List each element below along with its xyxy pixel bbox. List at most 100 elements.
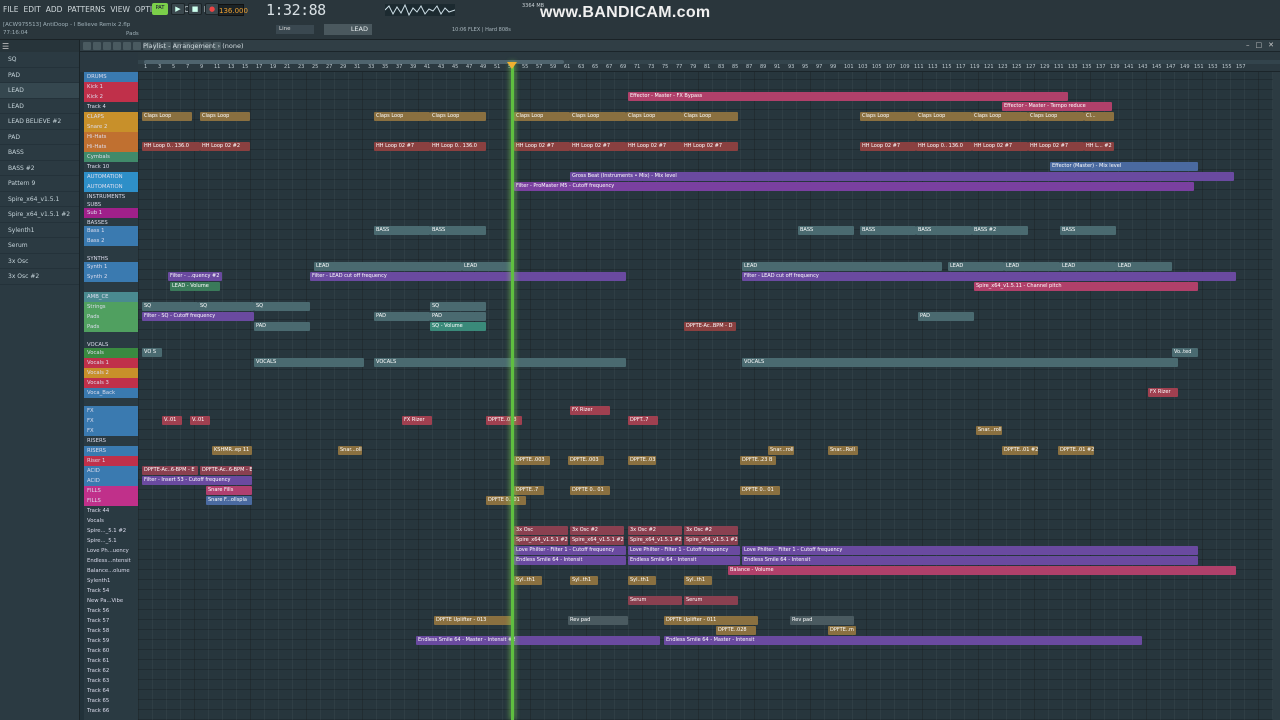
- playlist-clip[interactable]: Syl..th1: [628, 576, 656, 585]
- track-header[interactable]: Track 4: [84, 102, 138, 112]
- track-header[interactable]: Vocals: [84, 348, 138, 358]
- track-header[interactable]: Track 44: [84, 506, 138, 516]
- playlist-clip[interactable]: Love Philter - Filter 1 - Cutoff frequen…: [742, 546, 1198, 555]
- browser-item[interactable]: PAD: [0, 130, 79, 145]
- playlist-clip[interactable]: Claps Loop: [972, 112, 1028, 121]
- playlist-clip[interactable]: PAD: [374, 312, 430, 321]
- browser-item[interactable]: BASS: [0, 145, 79, 161]
- playlist-clip[interactable]: Claps Loop: [142, 112, 192, 121]
- snap-selector[interactable]: Line: [276, 25, 314, 34]
- playlist-clip[interactable]: Filter - LEAD cut off frequency: [310, 272, 626, 281]
- playlist-clip[interactable]: Claps Loop: [430, 112, 486, 121]
- track-header[interactable]: CLAPS: [84, 112, 138, 122]
- track-header[interactable]: FILLS: [84, 486, 138, 496]
- browser-item[interactable]: BASS #2: [0, 161, 79, 176]
- playlist-clip[interactable]: FX Rizer: [570, 406, 610, 415]
- playlist-clip[interactable]: DPFTE..m: [828, 626, 856, 635]
- track-header[interactable]: Spire..._5.1 #2: [84, 526, 138, 536]
- track-header[interactable]: Vocals 2: [84, 368, 138, 378]
- playlist-clip[interactable]: DPFTE Uplifter - 013: [434, 616, 514, 625]
- track-header[interactable]: RISERS: [84, 436, 138, 446]
- tool-icon[interactable]: [103, 42, 111, 50]
- playlist-clip[interactable]: Spire_x64_v1.5.1 #2: [514, 536, 568, 545]
- track-header[interactable]: Love Ph...uency: [84, 546, 138, 556]
- playlist-clip[interactable]: HH Loop 02 #7: [626, 142, 682, 151]
- playlist-clip[interactable]: Spire_x64_v1.5.1 #2: [684, 536, 738, 545]
- playlist-clip[interactable]: Endless Smile 64 - Master - Intensit #2: [416, 636, 660, 645]
- browser-item[interactable]: Serum: [0, 238, 79, 254]
- track-header[interactable]: Track 59: [84, 636, 138, 646]
- playlist-clip[interactable]: 3x Osc #2: [570, 526, 624, 535]
- playlist-clip[interactable]: Claps Loop: [374, 112, 430, 121]
- browser-item[interactable]: LEAD: [0, 83, 79, 99]
- track-header[interactable]: AMB_CE: [84, 292, 138, 302]
- horizontal-scrollbar[interactable]: [138, 60, 1280, 64]
- playlist-clip[interactable]: DPFTE-Ac..6-BPM - E: [200, 466, 252, 475]
- playlist-clip[interactable]: Endless Smile 64 - Intensit: [514, 556, 626, 565]
- track-header[interactable]: AUTOMATION: [84, 172, 138, 182]
- playlist-clip[interactable]: PAD: [254, 322, 310, 331]
- playlist-clip[interactable]: HH Loop 02 #7: [570, 142, 626, 151]
- playlist-clip[interactable]: VOCALS: [742, 358, 1178, 367]
- playlist-clip[interactable]: Spire_x64_v1.5.11 - Channel pitch: [974, 282, 1198, 291]
- playlist-clip[interactable]: DPFTE..01 #2: [1058, 446, 1094, 455]
- playlist-clip[interactable]: DPFTE..7: [514, 486, 544, 495]
- playlist-clip[interactable]: Serum: [628, 596, 682, 605]
- playlist-clip[interactable]: 3x Osc: [514, 526, 568, 535]
- browser-item[interactable]: Spire_x64_v1.5.1 #2: [0, 207, 79, 223]
- track-header[interactable]: Vocals 1: [84, 358, 138, 368]
- stop-icon[interactable]: ■: [188, 3, 202, 15]
- playlist-clip[interactable]: DPFTE 0.. 01: [486, 496, 526, 505]
- playlist-clip[interactable]: Cl...: [1084, 112, 1114, 121]
- playlist-clip[interactable]: Claps Loop: [1028, 112, 1084, 121]
- playlist-clip[interactable]: Filter - ...quency #2: [168, 272, 222, 281]
- playlist-clip[interactable]: HH Loop 02 #7: [972, 142, 1028, 151]
- playlist-clip[interactable]: DPFT..7: [628, 416, 658, 425]
- playlist-clip[interactable]: DPFTE 0.. 01: [570, 486, 610, 495]
- pattern-song-toggle[interactable]: PAT: [152, 3, 168, 15]
- browser-item[interactable]: 3x Osc: [0, 254, 79, 269]
- playlist-clip[interactable]: Rev pad: [568, 616, 628, 625]
- play-icon[interactable]: ▶: [171, 3, 185, 15]
- playlist-clip[interactable]: DPFTE..23 B: [740, 456, 776, 465]
- menu-item[interactable]: FILE: [3, 5, 18, 14]
- track-header[interactable]: ACID: [84, 476, 138, 486]
- maximize-icon[interactable]: □: [1256, 41, 1263, 49]
- track-header[interactable]: Track 10: [84, 162, 138, 172]
- track-header[interactable]: Vocals 3: [84, 378, 138, 388]
- tool-icon[interactable]: [113, 42, 121, 50]
- playlist-clip[interactable]: HH Loop 0.. 136.0: [916, 142, 972, 151]
- track-header[interactable]: Kick 1: [84, 82, 138, 92]
- playlist-clip[interactable]: Claps Loop: [682, 112, 738, 121]
- track-header[interactable]: Pads: [84, 312, 138, 322]
- arrangement-grid[interactable]: Effector - Master - FX Bypass Effector - …: [138, 72, 1280, 720]
- playlist-clip[interactable]: SQ: [198, 302, 254, 311]
- playlist-clip[interactable]: SQ: [142, 302, 198, 311]
- playlist-clip[interactable]: Effector - Master - FX Bypass: [628, 92, 1068, 101]
- track-header[interactable]: Voca_Back: [84, 388, 138, 398]
- playlist-clip[interactable]: Claps Loop: [514, 112, 570, 121]
- track-header[interactable]: Bass 1: [84, 226, 138, 236]
- playlist-clip[interactable]: Syl..th1: [514, 576, 542, 585]
- playlist-clip[interactable]: BASS: [860, 226, 916, 235]
- playlist-clip[interactable]: DPFTE..003: [514, 456, 550, 465]
- track-header[interactable]: Sylenth1: [84, 576, 138, 586]
- playlist-clip[interactable]: LEAD: [314, 262, 462, 271]
- playlist-clip[interactable]: SQ: [254, 302, 310, 311]
- playlist-clip[interactable]: DPFTE-Ac..6-BPM - E: [142, 466, 198, 475]
- track-header[interactable]: Track 54: [84, 586, 138, 596]
- playlist-clip[interactable]: SQ: [430, 302, 486, 311]
- tool-icon[interactable]: [83, 42, 91, 50]
- track-header[interactable]: Track 66: [84, 706, 138, 716]
- track-header[interactable]: FILLS: [84, 496, 138, 506]
- track-header[interactable]: FX: [84, 426, 138, 436]
- record-icon[interactable]: ●: [205, 3, 219, 15]
- playhead-marker[interactable]: [507, 62, 517, 69]
- playlist-clip[interactable]: V..01: [162, 416, 182, 425]
- playlist-clip[interactable]: DPFTE Uplifter - 011: [664, 616, 758, 625]
- playlist-clip[interactable]: HH Loop 02 #7: [860, 142, 916, 151]
- playlist-clip[interactable]: Effector - Master - Tempo reduce: [1002, 102, 1112, 111]
- track-header[interactable]: Hi-Hats: [84, 132, 138, 142]
- playlist-clip[interactable]: DPFTE..013: [486, 416, 522, 425]
- playlist-clip[interactable]: FX Rizer: [402, 416, 432, 425]
